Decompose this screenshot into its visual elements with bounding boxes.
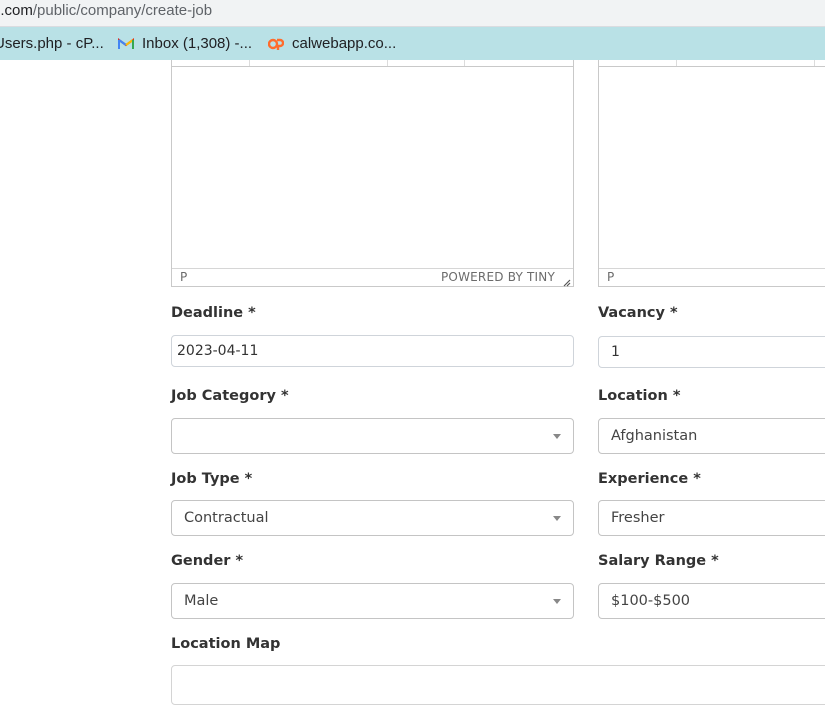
job-category-select[interactable]: [171, 418, 574, 454]
job-type-select[interactable]: Contractual: [171, 500, 574, 536]
bookmark-item-inbox[interactable]: Inbox (1,308) -...: [118, 27, 252, 60]
chevron-down-icon: [553, 434, 561, 439]
bookmark-label: Inbox (1,308) -...: [142, 35, 253, 52]
editor-toolbar: [172, 60, 573, 67]
bookmark-item-users[interactable]: Users.php - cP...: [0, 27, 104, 60]
bookmark-label: Users.php - cP...: [0, 35, 104, 52]
deadline-label: Deadline *: [171, 305, 256, 321]
address-bar[interactable]: n.com/public/company/create-job: [0, 0, 825, 27]
url-host: n.com: [0, 2, 33, 19]
experience-value: Fresher: [611, 510, 665, 526]
location-value: Afghanistan: [611, 428, 698, 444]
gender-value: Male: [184, 593, 219, 609]
requirements-editor[interactable]: P: [598, 60, 825, 287]
job-type-value: Contractual: [184, 510, 269, 526]
salary-range-value: $100-$500: [611, 593, 691, 609]
chevron-down-icon: [553, 516, 561, 521]
gender-select[interactable]: Male: [171, 583, 574, 619]
experience-select[interactable]: Fresher: [598, 500, 825, 536]
bookmarks-bar: Users.php - cP... Inbox (1,308) -... cal…: [0, 27, 825, 60]
job-category-label: Job Category *: [171, 388, 289, 404]
location-map-label: Location Map: [171, 636, 281, 652]
vacancy-label: Vacancy *: [598, 305, 678, 321]
salary-range-label: Salary Range *: [598, 553, 719, 569]
chevron-down-icon: [553, 599, 561, 604]
editor-toolbar: [599, 60, 825, 67]
description-editor[interactable]: P POWERED BY TINY: [171, 60, 574, 287]
powered-by-tiny-link[interactable]: POWERED BY TINY: [441, 269, 555, 286]
deadline-input[interactable]: 2023-04-11: [171, 335, 574, 367]
element-path[interactable]: P: [180, 269, 187, 286]
cpanel-icon: [268, 38, 284, 50]
salary-range-select[interactable]: $100-$500: [598, 583, 825, 619]
experience-label: Experience *: [598, 471, 701, 487]
bookmark-item-calwebapp[interactable]: calwebapp.co...: [268, 27, 396, 60]
url-path: /public/company/create-job: [32, 2, 213, 19]
job-type-label: Job Type *: [171, 471, 253, 487]
editor-statusbar: P POWERED BY TINY: [172, 268, 573, 287]
gender-label: Gender *: [171, 553, 244, 569]
gmail-icon: [118, 37, 134, 50]
vacancy-input[interactable]: 1: [598, 336, 825, 368]
resize-handle-icon[interactable]: [561, 275, 571, 287]
location-label: Location *: [598, 388, 681, 404]
editor-statusbar: P: [599, 268, 825, 286]
location-select[interactable]: Afghanistan: [598, 418, 825, 454]
location-map-field[interactable]: [171, 665, 825, 705]
element-path[interactable]: P: [607, 269, 614, 286]
bookmark-label: calwebapp.co...: [292, 35, 397, 52]
